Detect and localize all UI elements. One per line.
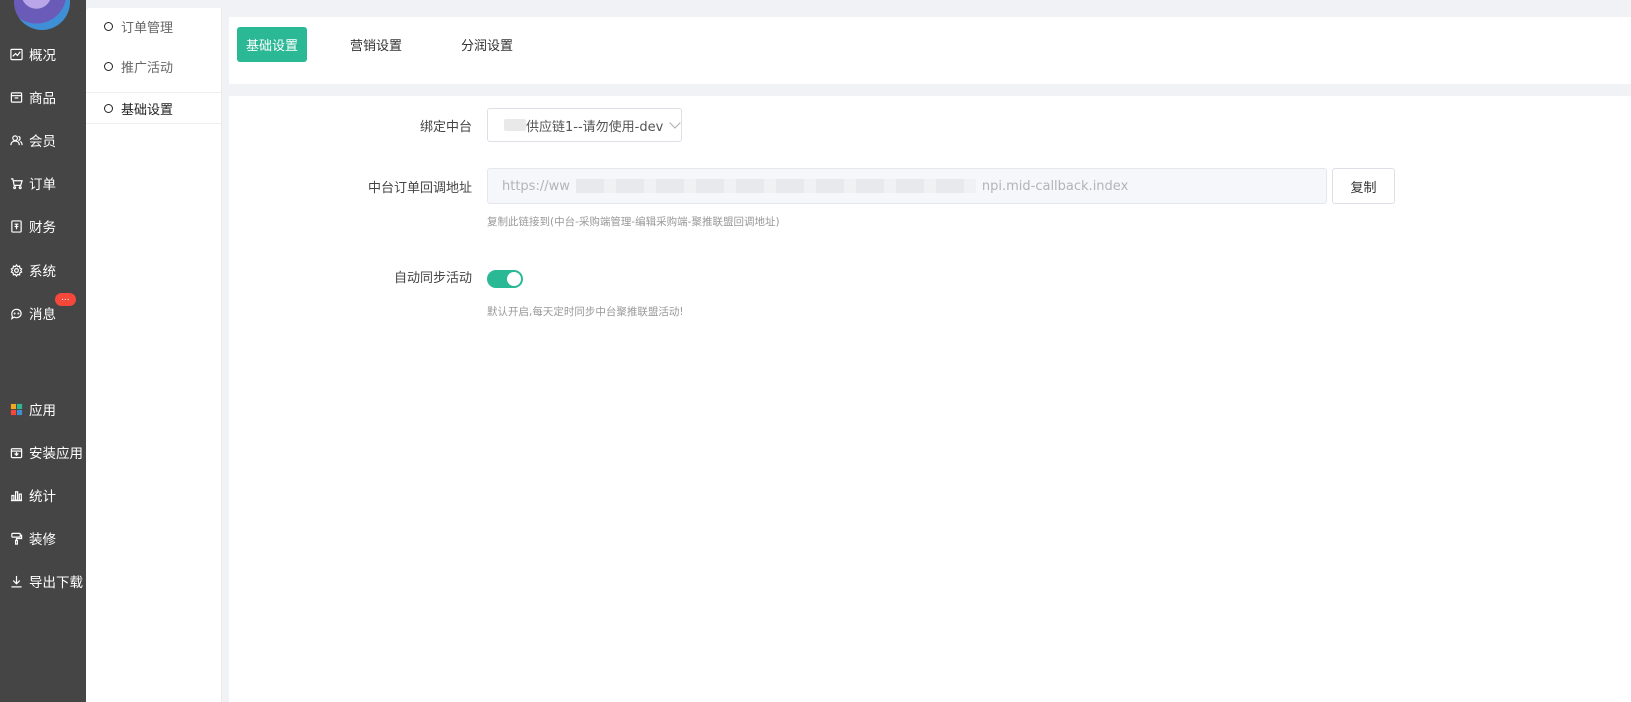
box-icon <box>10 91 23 104</box>
auto-sync-toggle[interactable] <box>487 270 523 288</box>
nav-item-label: 概况 <box>29 48 56 64</box>
tab-profit-sharing-settings[interactable]: 分润设置 <box>452 27 522 62</box>
nav-item-apps[interactable]: 应用 <box>0 394 86 424</box>
redacted-text <box>504 119 526 131</box>
sub-nav-item-order-management[interactable]: 订单管理 <box>86 11 221 41</box>
circle-icon <box>104 103 113 113</box>
user-avatar[interactable] <box>14 0 70 30</box>
main-nav-rail: 概况 商品 会员 订单 财务 系统 消息 ... 应用 安装应用 统计 装修 导… <box>0 0 86 702</box>
auto-sync-label: 自动同步活动 <box>393 271 472 286</box>
callback-url-field[interactable]: https://ww npi.mid-callback.index <box>487 168 1327 204</box>
install-icon <box>10 446 23 459</box>
nav-item-label: 系统 <box>29 264 56 280</box>
top-strip <box>221 0 1631 8</box>
nav-item-label: 商品 <box>29 91 56 107</box>
nav-item-label: 消息 <box>29 307 56 323</box>
nav-item-members[interactable]: 会员 <box>0 125 86 155</box>
bar-chart-icon <box>10 489 23 502</box>
gear-icon <box>10 263 23 277</box>
sub-nav-label: 订单管理 <box>121 20 174 36</box>
nav-item-system[interactable]: 系统 <box>0 255 86 285</box>
sub-nav-label: 基础设置 <box>121 102 174 118</box>
nav-item-orders[interactable]: 订单 <box>0 168 86 198</box>
nav-item-label: 财务 <box>29 220 56 236</box>
nav-item-finance[interactable]: 财务 <box>0 211 86 241</box>
users-icon <box>10 134 23 147</box>
toggle-knob <box>507 272 521 286</box>
nav-item-statistics[interactable]: 统计 <box>0 480 86 510</box>
nav-item-decoration[interactable]: 装修 <box>0 523 86 553</box>
apps-grid-icon <box>10 403 23 416</box>
auto-sync-hint: 默认开启,每天定时同步中台聚推联盟活动! <box>487 306 684 318</box>
nav-item-label: 装修 <box>29 532 56 548</box>
nav-item-label: 安装应用 <box>29 446 83 462</box>
callback-url-label: 中台订单回调地址 <box>367 181 472 196</box>
download-icon <box>10 575 23 588</box>
nav-item-export-download[interactable]: 导出下载 <box>0 566 86 596</box>
chart-line-icon <box>10 48 23 61</box>
nav-item-label: 导出下载 <box>29 575 83 591</box>
chevron-down-icon <box>669 116 681 129</box>
circle-icon <box>104 61 113 71</box>
callback-url-hint: 复制此链接到(中台-采购端管理-编辑采购端-聚推联盟回调地址) <box>487 216 780 228</box>
nav-item-overview[interactable]: 概况 <box>0 39 86 69</box>
sub-nav: 订单管理 推广活动 基础设置 <box>86 8 222 702</box>
nav-item-label: 统计 <box>29 489 56 505</box>
paint-roller-icon <box>10 532 23 545</box>
sub-nav-item-basic-settings[interactable]: 基础设置 <box>86 92 221 124</box>
nav-item-messages[interactable]: 消息 ... <box>0 293 86 328</box>
copy-button[interactable]: 复制 <box>1332 168 1395 204</box>
nav-item-install-apps[interactable]: 安装应用 <box>0 437 86 467</box>
bind-platform-label: 绑定中台 <box>419 120 472 135</box>
nav-item-label: 订单 <box>29 177 56 193</box>
chat-icon <box>10 307 23 320</box>
callback-url-suffix: npi.mid-callback.index <box>981 178 1129 194</box>
bind-platform-value: 供应链1--请勿使用-dev <box>526 119 664 135</box>
ledger-icon <box>10 219 23 233</box>
settings-tabs: 基础设置 营销设置 分润设置 <box>229 17 1631 84</box>
nav-item-label: 会员 <box>29 134 56 150</box>
cart-icon <box>10 177 23 190</box>
circle-icon <box>104 21 113 31</box>
nav-item-goods[interactable]: 商品 <box>0 82 86 112</box>
bind-platform-select[interactable]: 供应链1--请勿使用-dev <box>487 108 682 142</box>
tab-marketing-settings[interactable]: 营销设置 <box>341 27 411 62</box>
sub-nav-label: 推广活动 <box>121 60 174 76</box>
callback-url-prefix: https://ww <box>502 178 570 194</box>
message-count-badge: ... <box>55 293 76 306</box>
nav-item-label: 应用 <box>29 403 56 419</box>
redacted-text <box>575 179 976 193</box>
sub-nav-item-promotions[interactable]: 推广活动 <box>86 51 221 81</box>
tab-basic-settings[interactable]: 基础设置 <box>237 27 307 62</box>
